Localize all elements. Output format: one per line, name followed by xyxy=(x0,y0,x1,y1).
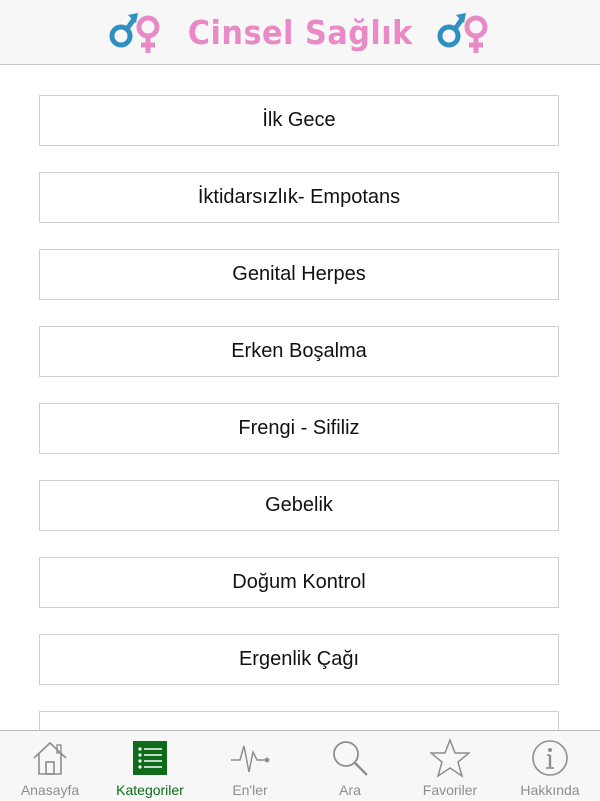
category-list[interactable]: İlk Gece İktidarsızlık- Empotans Genital… xyxy=(0,65,600,730)
category-item-partial[interactable] xyxy=(39,711,559,730)
app-header: Cinsel Sağlık xyxy=(0,0,600,65)
category-item[interactable]: Doğum Kontrol xyxy=(39,557,559,608)
tab-favoriler[interactable]: Favoriler xyxy=(400,731,500,801)
tab-label: Kategoriler xyxy=(116,782,184,798)
category-item[interactable]: Ergenlik Çağı xyxy=(39,634,559,685)
pulse-icon xyxy=(231,745,270,773)
category-item[interactable]: Erken Boşalma xyxy=(39,326,559,377)
category-item[interactable]: İlk Gece xyxy=(39,95,559,146)
category-item[interactable]: İktidarsızlık- Empotans xyxy=(39,172,559,223)
tab-label: Favoriler xyxy=(422,782,478,798)
category-item[interactable]: Genital Herpes xyxy=(39,249,559,300)
home-icon xyxy=(33,741,67,775)
tab-label: Anasayfa xyxy=(20,782,80,798)
tab-ara[interactable]: Ara xyxy=(300,731,400,801)
tab-anasayfa[interactable]: Anasayfa xyxy=(0,731,100,801)
info-icon xyxy=(532,740,568,776)
tab-label: En'ler xyxy=(232,782,268,798)
app-title: Cinsel Sağlık xyxy=(187,12,413,52)
category-item[interactable]: Gebelik xyxy=(39,480,559,531)
search-icon xyxy=(333,741,368,776)
tab-bar: Anasayfa Kategoriler En'ler Ara Favorile… xyxy=(0,730,600,801)
list-icon xyxy=(133,741,167,775)
gender-symbols-icon xyxy=(437,13,488,53)
category-item[interactable]: Frengi - Sifiliz xyxy=(39,403,559,454)
tab-hakkinda[interactable]: Hakkında xyxy=(500,731,600,801)
tab-label: Hakkında xyxy=(520,782,580,798)
tab-kategoriler[interactable]: Kategoriler xyxy=(100,731,200,801)
tab-enler[interactable]: En'ler xyxy=(200,731,300,801)
gender-symbols-icon xyxy=(109,13,160,53)
tab-label: Ara xyxy=(339,782,361,798)
star-icon xyxy=(430,738,470,778)
